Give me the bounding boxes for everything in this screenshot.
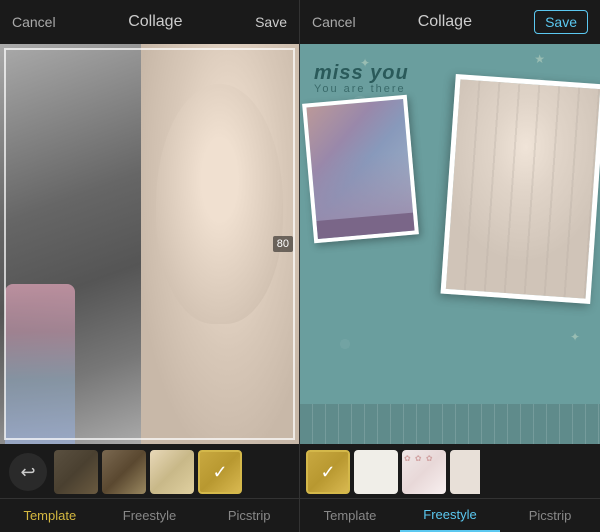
left-thumb-2[interactable] bbox=[102, 450, 146, 494]
right-you-there-text: You are there bbox=[314, 83, 409, 95]
right-tab-freestyle[interactable]: Freestyle bbox=[400, 499, 500, 532]
right-tab-template[interactable]: Template bbox=[300, 499, 400, 532]
left-collage-split bbox=[0, 44, 299, 444]
right-header: Cancel Collage Save bbox=[300, 0, 600, 44]
left-thumb-selected[interactable]: ✓ bbox=[198, 450, 242, 494]
left-thumbnails-row: ↩ ✓ bbox=[0, 444, 299, 498]
right-tabs-row: Template Freestyle Picstrip bbox=[300, 498, 600, 532]
left-tab-freestyle[interactable]: Freestyle bbox=[100, 499, 200, 532]
right-thumb-partial[interactable] bbox=[450, 450, 480, 494]
left-thumb-3[interactable] bbox=[150, 450, 194, 494]
right-panel: Cancel Collage Save ✦ ★ ✦ ✦ miss you You… bbox=[300, 0, 600, 532]
left-save-button[interactable]: Save bbox=[255, 14, 287, 30]
right-building-sketch bbox=[300, 404, 600, 444]
left-title: Collage bbox=[128, 13, 182, 31]
left-toolbar: ↩ ✓ Template Freestyle Picstrip bbox=[0, 444, 299, 532]
right-thumb-white[interactable] bbox=[354, 450, 398, 494]
left-header: Cancel Collage Save bbox=[0, 0, 299, 44]
right-canvas: ✦ ★ ✦ ✦ miss you You are there 80 bbox=[300, 44, 600, 444]
left-back-button[interactable]: ↩ bbox=[9, 453, 47, 491]
left-panel: Cancel Collage Save 80 ↩ ✓ bbox=[0, 0, 300, 532]
star-icon-4: ✦ bbox=[570, 330, 580, 344]
right-cancel-button[interactable]: Cancel bbox=[312, 14, 356, 30]
right-toolbar: ✓ Template Freestyle Picstrip bbox=[300, 444, 600, 532]
left-tab-picstrip[interactable]: Picstrip bbox=[199, 499, 299, 532]
star-icon-2: ★ bbox=[534, 52, 545, 66]
left-person-figure bbox=[5, 284, 75, 444]
right-template-photo-2[interactable] bbox=[441, 74, 600, 304]
right-thumbnails-row: ✓ bbox=[300, 444, 600, 498]
right-miss-you-text: miss you bbox=[314, 62, 409, 85]
right-save-button[interactable]: Save bbox=[534, 10, 588, 34]
right-thumb-pattern[interactable] bbox=[402, 450, 446, 494]
left-brightness-badge: 80 bbox=[273, 236, 293, 252]
right-thumb-selected[interactable]: ✓ bbox=[306, 450, 350, 494]
left-tabs-row: Template Freestyle Picstrip bbox=[0, 498, 299, 532]
right-overlay-text: miss you You are there bbox=[314, 62, 409, 95]
right-thumb-check-icon: ✓ bbox=[308, 452, 348, 492]
left-photo-slot-left[interactable] bbox=[0, 44, 141, 444]
left-canvas: 80 bbox=[0, 44, 299, 444]
left-cancel-button[interactable]: Cancel bbox=[12, 14, 56, 30]
right-template-photo-1[interactable] bbox=[302, 95, 419, 244]
right-collage: ✦ ★ ✦ ✦ miss you You are there 80 bbox=[300, 44, 600, 444]
left-collage: 80 bbox=[0, 44, 299, 444]
left-tab-template[interactable]: Template bbox=[0, 499, 100, 532]
left-thumb-check-icon: ✓ bbox=[200, 452, 240, 492]
left-thumb-1[interactable] bbox=[54, 450, 98, 494]
right-title: Collage bbox=[418, 13, 472, 31]
right-tab-picstrip[interactable]: Picstrip bbox=[500, 499, 600, 532]
